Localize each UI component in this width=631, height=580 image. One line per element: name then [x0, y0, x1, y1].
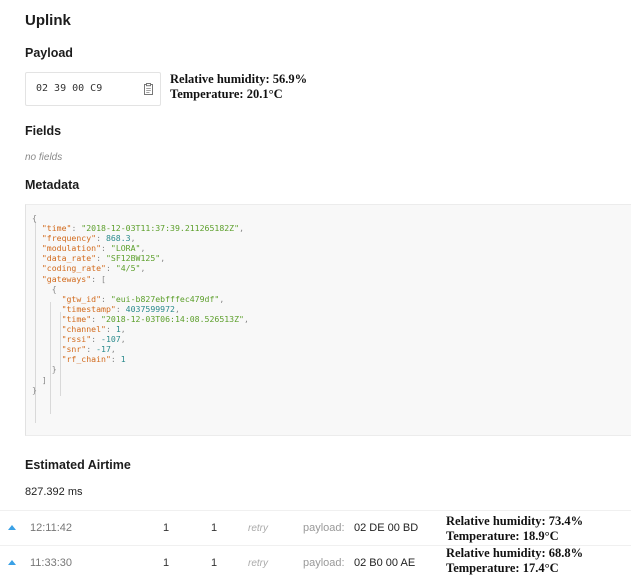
meta-modulation: "LORA": [110, 243, 141, 254]
decoded-temperature: Temperature: 20.1°C: [170, 87, 283, 101]
metadata-json: { "time": "2018-12-03T11:37:39.211265182…: [25, 204, 631, 436]
payload-hex: 02 39 00 C9: [36, 83, 103, 94]
row-temperature: Temperature: 17.4°C: [446, 561, 559, 575]
row-time: 11:33:30: [30, 557, 73, 569]
meta-gtw-rf-chain: 1: [120, 354, 126, 365]
row-payload: 02 B0 00 AE: [354, 557, 416, 569]
meta-data-rate: "SF12BW125": [105, 253, 161, 264]
row-humidity: Relative humidity: 73.4%: [446, 514, 584, 528]
decoded-humidity: Relative humidity: 56.9%: [170, 72, 308, 86]
row-time: 12:11:42: [30, 522, 73, 534]
fields-empty: no fields: [25, 152, 63, 163]
meta-gtw-snr: -17: [96, 344, 111, 355]
table-row[interactable]: 11:33:30 1 1 retry payload: 02 B0 00 AE …: [0, 546, 631, 580]
row-decoded: Relative humidity: 73.4% Temperature: 18…: [446, 514, 583, 544]
page-title: Uplink: [25, 12, 71, 29]
meta-gtw-timestamp: 4037599972: [125, 303, 175, 314]
row-payload-label: payload:: [303, 557, 345, 569]
decoded-payload: Relative humidity: 56.9% Temperature: 20…: [170, 72, 307, 102]
clipboard-icon[interactable]: [144, 83, 153, 95]
airtime-value: 827.392 ms: [25, 486, 83, 498]
row-count-a: 1: [163, 557, 170, 569]
row-retry: retry: [248, 558, 268, 569]
meta-frequency: 868.3: [105, 233, 131, 244]
caret-up-icon[interactable]: [8, 560, 16, 565]
row-temperature: Temperature: 18.9°C: [446, 529, 559, 543]
meta-time: "2018-12-03T11:37:39.211265182Z": [81, 223, 240, 234]
airtime-heading: Estimated Airtime: [25, 458, 131, 472]
fields-heading: Fields: [25, 124, 62, 138]
row-count-b: 1: [211, 522, 218, 534]
meta-gtw-id: "eui-b827ebfffec479df": [110, 293, 220, 304]
meta-gtw-rssi: -107: [101, 334, 121, 345]
payload-box: 02 39 00 C9: [25, 72, 161, 106]
row-humidity: Relative humidity: 68.8%: [446, 546, 584, 560]
metadata-code: { "time": "2018-12-03T11:37:39.211265182…: [32, 213, 249, 395]
metadata-heading: Metadata: [25, 178, 80, 192]
row-payload-label: payload:: [303, 522, 345, 534]
row-retry: retry: [248, 523, 268, 534]
row-count-a: 1: [163, 522, 170, 534]
payload-heading: Payload: [25, 46, 73, 60]
row-decoded: Relative humidity: 68.8% Temperature: 17…: [446, 546, 583, 576]
caret-up-icon[interactable]: [8, 525, 16, 530]
row-payload: 02 DE 00 BD: [354, 522, 419, 534]
row-count-b: 1: [211, 557, 218, 569]
meta-coding-rate: "4/5": [115, 263, 141, 274]
table-row[interactable]: 12:11:42 1 1 retry payload: 02 DE 00 BD …: [0, 511, 631, 545]
meta-gtw-time: "2018-12-03T06:14:08.526513Z": [101, 313, 244, 324]
